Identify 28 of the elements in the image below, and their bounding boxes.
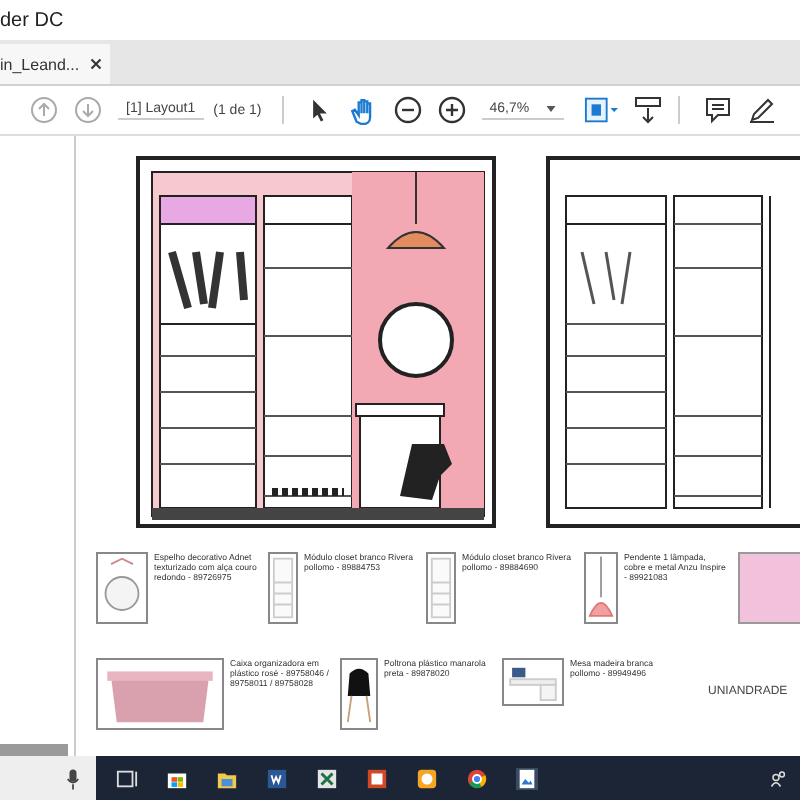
zoom-in-icon[interactable] (437, 96, 466, 124)
presentation-icon[interactable] (366, 767, 388, 789)
product-thumbnail (340, 658, 378, 730)
microphone-icon[interactable] (66, 767, 80, 789)
document-tab[interactable]: in_Leand... (0, 44, 110, 84)
page-fit-icon[interactable] (583, 96, 618, 124)
caret-icon[interactable] (545, 106, 556, 112)
product-thumbnail (426, 552, 456, 624)
close-icon[interactable] (89, 58, 102, 70)
scroll-mode-icon[interactable] (633, 96, 662, 124)
product-thumbnail (268, 552, 298, 624)
image-viewer-icon[interactable] (516, 767, 538, 789)
task-view-icon[interactable] (116, 767, 138, 789)
comment-icon[interactable] (703, 96, 732, 124)
scrollbar[interactable] (0, 744, 68, 756)
cursor-icon[interactable] (307, 96, 332, 124)
browser-icon[interactable] (466, 767, 488, 789)
people-icon[interactable] (770, 769, 788, 787)
photo-placeholder (738, 552, 800, 624)
product-thumbnail (96, 658, 224, 730)
pen-icon[interactable] (747, 96, 776, 124)
product-thumbnail (584, 552, 618, 624)
spreadsheet-icon[interactable] (316, 767, 338, 789)
product-thumbnail (502, 658, 564, 706)
product-thumbnail (96, 552, 148, 624)
word-icon[interactable] (266, 767, 288, 789)
zoom-out-icon[interactable] (393, 96, 422, 124)
window-title: der DC (0, 9, 64, 31)
